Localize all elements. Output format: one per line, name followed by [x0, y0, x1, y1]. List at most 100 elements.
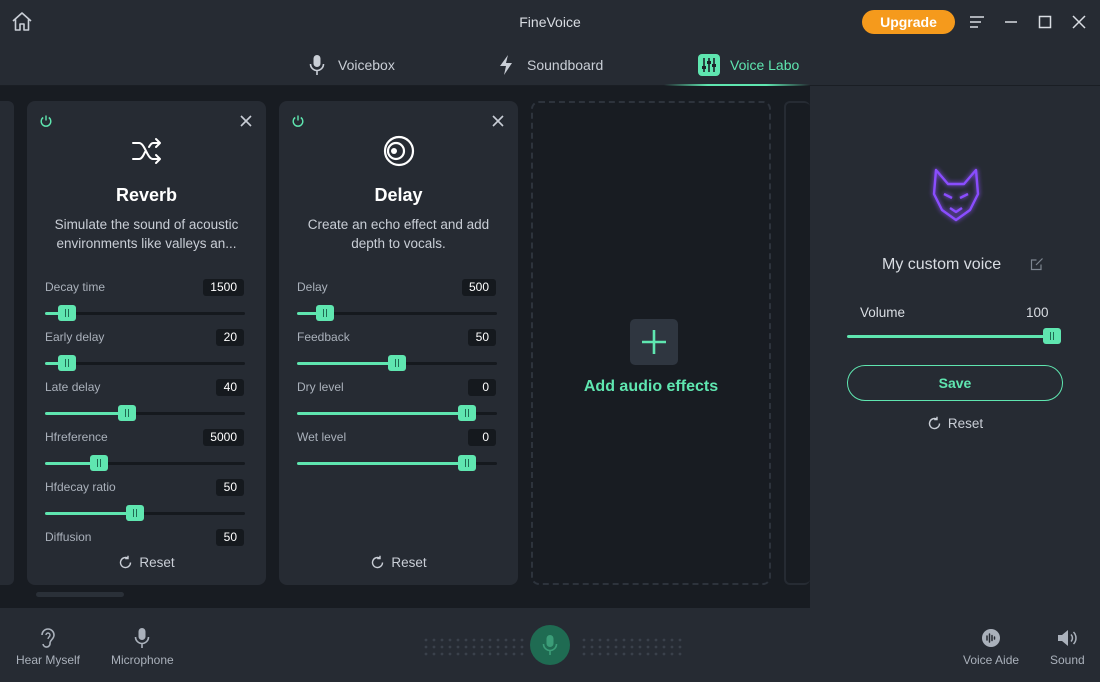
dry-level-slider[interactable] — [297, 405, 497, 421]
hear-myself-button[interactable]: Hear Myself — [16, 626, 80, 667]
hear-myself-label: Hear Myself — [16, 653, 81, 667]
param-label: Hfreference — [45, 430, 108, 444]
left-level-meter — [424, 638, 524, 656]
reset-button[interactable]: Reset — [279, 555, 518, 570]
title-bar: FineVoice Upgrade — [0, 0, 1100, 44]
param-value[interactable]: 0 — [468, 429, 496, 446]
sliders-icon — [698, 54, 720, 76]
param-label: Late delay — [45, 380, 101, 394]
param-value[interactable]: 20 — [216, 329, 244, 346]
hfdecay-ratio-slider[interactable] — [45, 505, 245, 521]
microphone-button[interactable]: Microphone — [111, 626, 174, 667]
microphone-icon — [542, 635, 558, 655]
param-value[interactable]: 5000 — [203, 429, 244, 446]
reverb-card: Reverb Simulate the sound of acoustic en… — [27, 101, 266, 585]
effect-title: Reverb — [115, 185, 178, 205]
late-delay-slider[interactable] — [45, 405, 245, 421]
param-value[interactable]: 0 — [468, 379, 496, 396]
shuffle-icon — [27, 134, 266, 168]
delay-slider[interactable] — [297, 305, 497, 321]
param-value[interactable]: 50 — [216, 479, 244, 496]
close-icon[interactable] — [490, 113, 506, 129]
decay-time-slider[interactable] — [45, 305, 245, 321]
minimize-icon[interactable] — [1000, 11, 1022, 33]
tab-bar: Voicebox Soundboard Voice Labo — [0, 44, 1100, 86]
slider-thumb[interactable] — [316, 305, 334, 321]
tab-soundboard-label: Soundboard — [527, 57, 604, 73]
param-label: Dry level — [297, 380, 344, 394]
voice-panel: My custom voice Volume 100 Save Reset — [810, 86, 1100, 608]
voice-aide-button[interactable]: Voice Aide — [963, 626, 1019, 667]
sound-button[interactable]: Sound — [1050, 626, 1085, 667]
reset-label: Reset — [139, 555, 175, 570]
tab-voice-labo-label: Voice Labo — [730, 57, 800, 73]
close-icon[interactable] — [238, 113, 254, 129]
tab-voice-labo[interactable]: Voice Labo — [698, 44, 799, 86]
param-value[interactable]: 40 — [216, 379, 244, 396]
save-button[interactable]: Save — [847, 365, 1063, 401]
effect-title: Delay — [374, 185, 423, 205]
sound-label: Sound — [1050, 653, 1085, 667]
maximize-icon[interactable] — [1034, 11, 1056, 33]
tab-voicebox[interactable]: Voicebox — [306, 44, 395, 86]
plus-icon — [630, 319, 678, 365]
param-label: Delay — [297, 280, 328, 294]
early-delay-slider[interactable] — [45, 355, 245, 371]
slider-thumb[interactable] — [90, 455, 108, 471]
reset-button[interactable]: Reset — [27, 555, 266, 570]
add-audio-effects-label: Add audio effects — [583, 378, 719, 395]
echo-rings-icon — [279, 134, 518, 168]
param-label: Wet level — [297, 430, 347, 444]
reset-icon — [120, 555, 132, 569]
param-label: Hfdecay ratio — [45, 480, 116, 494]
edit-icon[interactable] — [1030, 257, 1044, 271]
power-icon[interactable] — [291, 114, 305, 128]
tab-soundboard[interactable]: Soundboard — [495, 44, 603, 86]
param-value[interactable]: 50 — [216, 529, 244, 546]
reset-label: Reset — [391, 555, 427, 570]
effects-area: Reverb Simulate the sound of acoustic en… — [0, 86, 810, 608]
horizontal-scrollbar[interactable] — [36, 592, 124, 597]
reset-icon — [928, 416, 941, 430]
volume-value: 100 — [1026, 305, 1049, 320]
right-level-meter — [582, 638, 682, 656]
slider-thumb[interactable] — [458, 405, 476, 421]
slider-thumb[interactable] — [1043, 328, 1062, 344]
power-icon[interactable] — [39, 114, 53, 128]
voice-name: My custom voice — [882, 256, 1002, 273]
mic-toggle-button[interactable] — [530, 625, 570, 665]
previous-card-edge[interactable] — [0, 101, 14, 585]
wolf-avatar-icon — [926, 164, 986, 226]
wet-level-slider[interactable] — [297, 455, 497, 471]
microphone-icon — [306, 54, 328, 76]
slider-thumb[interactable] — [58, 305, 76, 321]
param-label: Diffusion — [45, 530, 92, 544]
slider-thumb[interactable] — [126, 505, 144, 521]
voice-aide-icon — [963, 626, 1019, 650]
slider-thumb[interactable] — [118, 405, 136, 421]
param-label: Decay time — [45, 280, 106, 294]
delay-card: Delay Create an echo effect and add dept… — [279, 101, 518, 585]
slider-thumb[interactable] — [58, 355, 76, 371]
lightning-icon — [495, 54, 517, 76]
ear-icon — [16, 626, 80, 650]
slider-thumb[interactable] — [458, 455, 476, 471]
param-value[interactable]: 500 — [461, 279, 496, 296]
effect-description: Create an echo effect and add depth to v… — [307, 217, 490, 251]
feedback-slider[interactable] — [297, 355, 497, 371]
param-label: Feedback — [297, 330, 350, 344]
microphone-icon — [111, 626, 174, 650]
add-audio-effects-button[interactable]: Add audio effects — [531, 101, 771, 585]
reset-label: Reset — [947, 416, 984, 431]
close-window-icon[interactable] — [1068, 11, 1090, 33]
upgrade-button[interactable]: Upgrade — [862, 10, 955, 34]
reset-button[interactable]: Reset — [810, 416, 1100, 431]
volume-slider[interactable] — [847, 328, 1062, 344]
param-value[interactable]: 50 — [468, 329, 496, 346]
param-value[interactable]: 1500 — [203, 279, 244, 296]
bottom-bar: Hear Myself Microphone Voice Aide Sound — [0, 608, 1100, 682]
hfreference-slider[interactable] — [45, 455, 245, 471]
slider-thumb[interactable] — [388, 355, 406, 371]
menu-icon[interactable] — [966, 11, 988, 33]
next-card-edge[interactable] — [784, 101, 810, 585]
